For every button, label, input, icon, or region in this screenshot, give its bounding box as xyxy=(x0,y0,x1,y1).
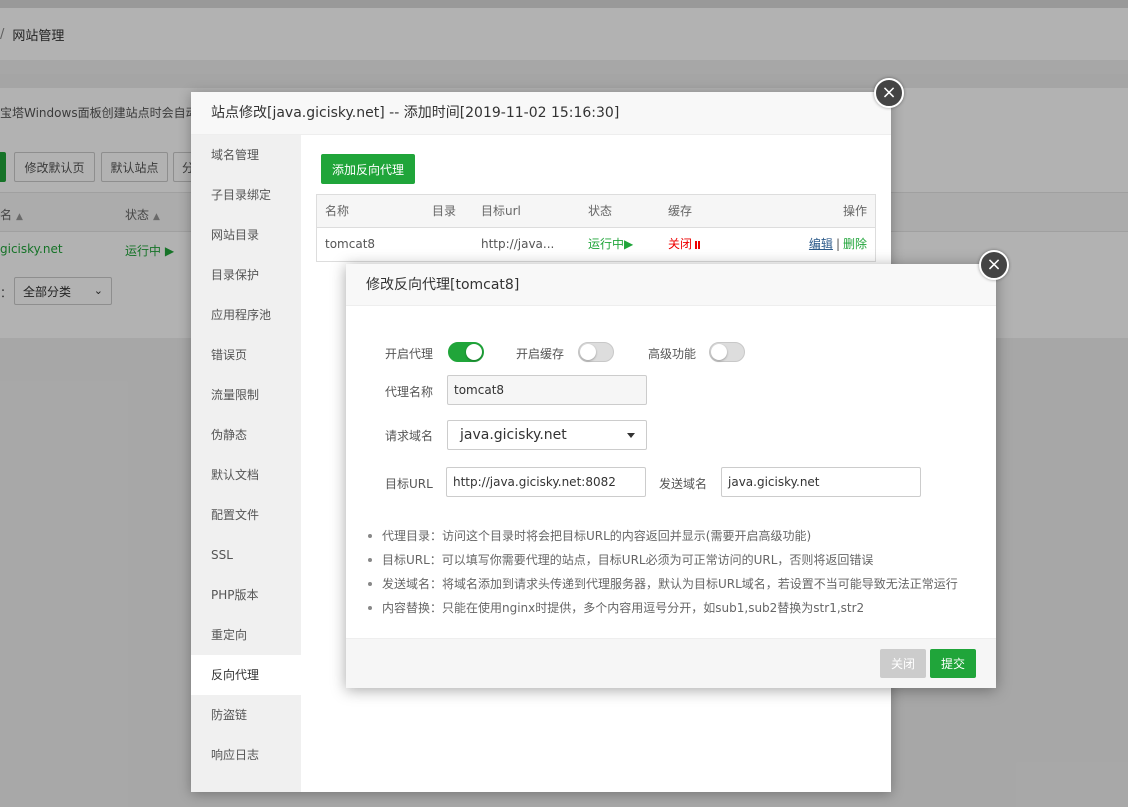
close-button[interactable]: 关闭 xyxy=(880,649,926,678)
menu-item-config-file[interactable]: 配置文件 xyxy=(191,495,301,535)
proxy-name-cell: tomcat8 xyxy=(325,237,376,251)
add-reverse-proxy-button[interactable]: 添加反向代理 xyxy=(321,154,415,184)
proxy-table-header: 名称 目录 目标url 状态 缓存 操作 xyxy=(317,195,875,228)
list-item: 内容替换：只能在使用nginx时提供，多个内容用逗号分开，如sub1,sub2替… xyxy=(366,596,976,620)
list-item: 代理目录：访问这个目录时将会把目标URL的内容返回并显示(需要开启高级功能) xyxy=(366,524,976,548)
send-domain-input[interactable]: java.gicisky.net xyxy=(721,467,921,497)
caret-down-icon xyxy=(627,433,635,438)
menu-item-ssl[interactable]: SSL xyxy=(191,535,301,575)
send-domain-label: 发送域名 xyxy=(659,477,708,491)
pause-icon xyxy=(695,240,701,249)
dialog-footer: 关闭 提交 xyxy=(346,638,996,688)
close-icon[interactable]: × xyxy=(979,250,1009,280)
help-tips: 代理目录：访问这个目录时将会把目标URL的内容返回并显示(需要开启高级功能) 目… xyxy=(366,524,976,620)
enable-proxy-label: 开启代理 xyxy=(385,347,434,361)
target-url-label: 目标URL xyxy=(385,477,433,491)
proxy-status-toggle[interactable]: 运行中▶ xyxy=(588,228,633,261)
header-url: 目标url xyxy=(481,204,521,218)
list-item: 目标URL：可以填写你需要代理的站点，目标URL必须为可正常访问的URL，否则将… xyxy=(366,548,976,572)
menu-item-app-pool[interactable]: 应用程序池 xyxy=(191,295,301,335)
menu-item-subdir[interactable]: 子目录绑定 xyxy=(191,175,301,215)
request-domain-label: 请求域名 xyxy=(385,429,434,443)
enable-cache-label: 开启缓存 xyxy=(516,347,565,361)
menu-item-reverse-proxy[interactable]: 反向代理 xyxy=(191,655,301,695)
menu-item-dir-protect[interactable]: 目录保护 xyxy=(191,255,301,295)
proxy-dialog-title: 修改反向代理[tomcat8] xyxy=(346,264,996,306)
menu-item-hotlink[interactable]: 防盗链 xyxy=(191,695,301,735)
proxy-url-cell: http://java... xyxy=(481,237,555,251)
menu-item-site-dir[interactable]: 网站目录 xyxy=(191,215,301,255)
modify-proxy-dialog: 修改反向代理[tomcat8] × 开启代理 开启缓存 高级功能 代理名称 to… xyxy=(346,250,1009,688)
enable-cache-toggle[interactable] xyxy=(578,342,614,362)
menu-item-redirect[interactable]: 重定向 xyxy=(191,615,301,655)
close-icon[interactable]: × xyxy=(874,78,904,108)
proxy-cache-toggle[interactable]: 关闭 xyxy=(668,228,701,261)
proxy-table: 名称 目录 目标url 状态 缓存 操作 tomcat8 http://java… xyxy=(316,194,876,262)
menu-item-traffic-limit[interactable]: 流量限制 xyxy=(191,375,301,415)
menu-item-php-version[interactable]: PHP版本 xyxy=(191,575,301,615)
table-row: tomcat8 http://java... 运行中▶ 关闭 编辑 | 删除 xyxy=(317,228,875,261)
request-domain-select[interactable]: java.gicisky.net xyxy=(447,420,647,450)
target-url-input[interactable]: http://java.gicisky.net:8082 xyxy=(446,467,646,497)
menu-item-response-log[interactable]: 响应日志 xyxy=(191,735,301,775)
proxy-name-input[interactable]: tomcat8 xyxy=(447,375,647,405)
proxy-ops: 编辑 | 删除 xyxy=(808,237,867,251)
header-cache: 缓存 xyxy=(668,204,693,218)
submit-button[interactable]: 提交 xyxy=(930,649,976,678)
proxy-name-label: 代理名称 xyxy=(385,385,434,399)
menu-item-default-doc[interactable]: 默认文档 xyxy=(191,455,301,495)
menu-item-rewrite[interactable]: 伪静态 xyxy=(191,415,301,455)
enable-proxy-toggle[interactable] xyxy=(448,342,484,362)
site-settings-menu: 域名管理 子目录绑定 网站目录 目录保护 应用程序池 错误页 流量限制 伪静态 … xyxy=(191,135,301,792)
list-item: 发送域名：将域名添加到请求头传递到代理服务器，默认为目标URL域名，若设置不当可… xyxy=(366,572,976,596)
header-dir: 目录 xyxy=(432,204,457,218)
header-ops: 操作 xyxy=(842,204,867,218)
header-name: 名称 xyxy=(325,204,350,218)
advanced-toggle[interactable] xyxy=(709,342,745,362)
menu-item-error-page[interactable]: 错误页 xyxy=(191,335,301,375)
delete-link[interactable]: 删除 xyxy=(843,237,867,251)
header-status: 状态 xyxy=(588,204,613,218)
advanced-label: 高级功能 xyxy=(648,347,697,361)
menu-item-domain[interactable]: 域名管理 xyxy=(191,135,301,175)
site-dialog-title: 站点修改[java.gicisky.net] -- 添加时间[2019-11-0… xyxy=(191,92,891,135)
edit-link[interactable]: 编辑 xyxy=(809,237,833,251)
